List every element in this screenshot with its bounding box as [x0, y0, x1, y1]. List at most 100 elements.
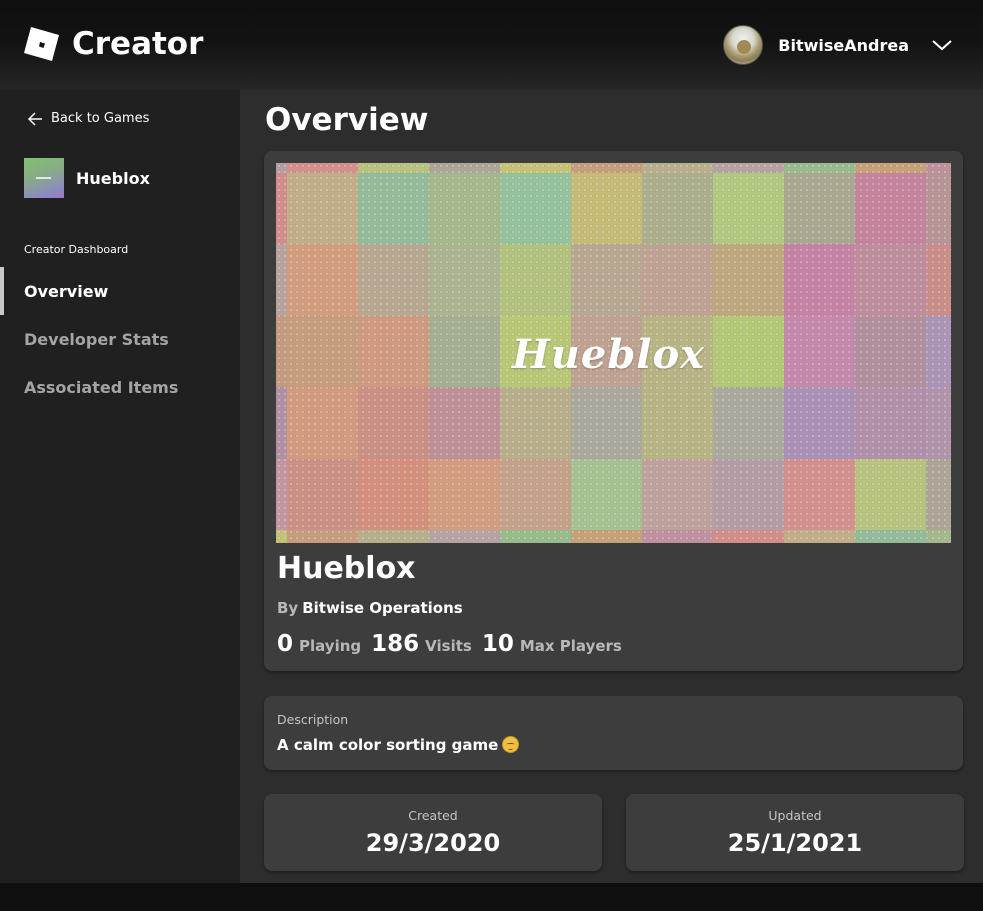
thumbnail-tile — [713, 163, 784, 173]
thumbnail-tile — [571, 244, 642, 316]
thumbnail-tile — [642, 244, 713, 316]
thumbnail-tile — [429, 458, 500, 530]
thumbnail-tile — [855, 458, 926, 530]
thumbnail-tile — [287, 530, 358, 543]
updated-value: 25/1/2021 — [727, 829, 863, 857]
creator-logo[interactable]: Creator — [24, 26, 203, 62]
thumbnail-tile — [500, 172, 571, 244]
thumbnail-tile — [926, 163, 951, 173]
thumbnail-tile — [500, 458, 571, 530]
description-card: Description A calm color sorting game — [264, 696, 963, 770]
thumbnail-tile — [571, 172, 642, 244]
thumbnail-tile — [926, 244, 951, 316]
thumbnail-tile — [500, 387, 571, 459]
back-label: Back to Games — [51, 111, 150, 126]
main-content: Overview Hueblox Hueblox By Bitwise Opera… — [240, 90, 983, 883]
thumbnail-tile — [276, 387, 287, 459]
thumbnail-tile — [642, 172, 713, 244]
thumbnail-tile — [642, 163, 713, 173]
description-text: A calm color sorting game — [277, 736, 520, 754]
user-menu[interactable]: BitwiseAndrea — [723, 25, 953, 65]
sidebar-item-associated-items[interactable]: Associated Items — [0, 363, 240, 411]
stat-label: Max Players — [519, 637, 622, 655]
stat-label: Playing — [299, 637, 362, 655]
thumbnail-tile — [784, 458, 855, 530]
stat-playing: 0 Playing — [277, 631, 361, 657]
thumbnail-tile — [784, 244, 855, 316]
relieved-face-emoji-icon — [502, 736, 520, 753]
sidebar-item-developer-stats[interactable]: Developer Stats — [0, 315, 240, 363]
created-date-card: Created 29/3/2020 — [264, 794, 602, 871]
thumbnail-tile — [358, 172, 429, 244]
thumbnail-tile — [784, 172, 855, 244]
creator-link[interactable]: Bitwise Operations — [302, 599, 462, 617]
roblox-logo-icon — [24, 27, 59, 61]
thumbnail-tile — [358, 315, 429, 387]
thumbnail-tile — [287, 387, 358, 459]
updated-date-card: Updated 25/1/2021 — [626, 794, 964, 871]
thumbnail-tile — [642, 458, 713, 530]
thumbnail-tile — [784, 530, 855, 543]
username[interactable]: BitwiseAndrea — [778, 36, 909, 55]
thumbnail-tile — [276, 163, 287, 173]
thumbnail-tile — [855, 530, 926, 543]
thumbnail-tile — [926, 172, 951, 244]
thumbnail-tile — [276, 172, 287, 244]
thumbnail-tile — [429, 387, 500, 459]
thumbnail-tile — [784, 387, 855, 459]
sidebar-item-label: Overview — [24, 281, 109, 301]
thumbnail-tile — [713, 172, 784, 244]
thumbnail-logo-text: Hueblox — [512, 331, 706, 378]
thumbnail-tile — [571, 163, 642, 173]
sidebar-item-label: Associated Items — [24, 377, 179, 397]
thumbnail-tile — [287, 458, 358, 530]
thumbnail-tile — [287, 315, 358, 387]
top-bar: Creator BitwiseAndrea — [0, 0, 983, 90]
thumbnail-tile — [926, 387, 951, 459]
thumbnail-tile — [287, 172, 358, 244]
thumbnail-tile — [571, 530, 642, 543]
thumbnail-tile — [429, 244, 500, 316]
thumbnail-tile — [276, 458, 287, 530]
updated-label: Updated — [768, 808, 822, 823]
thumbnail-tile — [855, 172, 926, 244]
thumbnail-tile — [642, 387, 713, 459]
game-thumbnail-small — [24, 158, 64, 198]
stat-visits: 186 Visits — [371, 631, 472, 657]
sidebar-game[interactable]: Hueblox — [24, 158, 150, 198]
thumbnail-tile — [276, 530, 287, 543]
thumbnail-tile — [429, 315, 500, 387]
stat-value: 0 — [277, 631, 294, 657]
back-to-games-link[interactable]: Back to Games — [27, 111, 149, 126]
thumbnail-tile — [429, 163, 500, 173]
user-avatar[interactable] — [723, 25, 764, 65]
sidebar-nav: Overview Developer Stats Associated Item… — [0, 267, 240, 411]
sidebar-item-label: Developer Stats — [24, 329, 169, 349]
thumbnail-tile — [784, 315, 855, 387]
thumbnail-tile — [500, 244, 571, 316]
thumbnail-tile — [358, 458, 429, 530]
thumbnail-tile — [571, 387, 642, 459]
thumbnail-tile — [358, 244, 429, 316]
thumbnail-tile — [926, 530, 951, 543]
thumbnail-tile — [855, 387, 926, 459]
description-label: Description — [277, 712, 349, 727]
created-label: Created — [408, 808, 458, 823]
chevron-down-icon[interactable] — [931, 38, 953, 52]
sidebar-item-overview[interactable]: Overview — [0, 267, 240, 315]
created-value: 29/3/2020 — [365, 829, 501, 857]
thumbnail-tile — [276, 315, 287, 387]
thumbnail-tile — [287, 244, 358, 316]
thumbnail-tile — [926, 315, 951, 387]
thumbnail-tile — [358, 387, 429, 459]
stat-max-players: 10 Max Players — [482, 631, 622, 657]
by-label: By — [277, 599, 299, 617]
thumbnail-tile — [855, 315, 926, 387]
description-body: A calm color sorting game — [277, 736, 499, 754]
thumbnail-tile — [500, 530, 571, 543]
game-thumbnail: Hueblox — [276, 163, 951, 543]
game-stats: 0 Playing 186 Visits 10 Max Players — [277, 631, 632, 657]
thumbnail-tile — [713, 458, 784, 530]
thumbnail-tile — [855, 163, 926, 173]
thumbnail-tile — [276, 244, 287, 316]
